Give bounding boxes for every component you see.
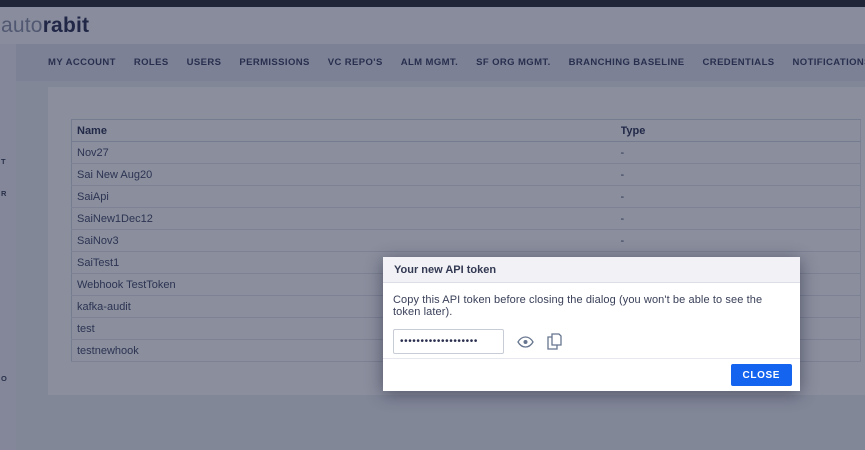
modal-header: Your new API token <box>383 257 800 283</box>
copy-token-button[interactable] <box>547 333 562 350</box>
token-row <box>393 329 789 354</box>
close-button[interactable]: CLOSE <box>731 364 792 386</box>
modal-footer: CLOSE <box>383 358 800 391</box>
show-token-button[interactable] <box>517 336 534 348</box>
modal-title: Your new API token <box>394 264 496 276</box>
api-token-modal: Your new API token Copy this API token b… <box>383 257 800 391</box>
app-root: autorabit MY ACCOUNTROLESUSERSPERMISSION… <box>0 0 865 450</box>
eye-icon <box>517 336 534 348</box>
modal-body: Copy this API token before closing the d… <box>383 283 800 354</box>
copy-icon <box>547 333 562 350</box>
modal-description: Copy this API token before closing the d… <box>393 294 789 318</box>
api-token-input[interactable] <box>393 329 504 354</box>
